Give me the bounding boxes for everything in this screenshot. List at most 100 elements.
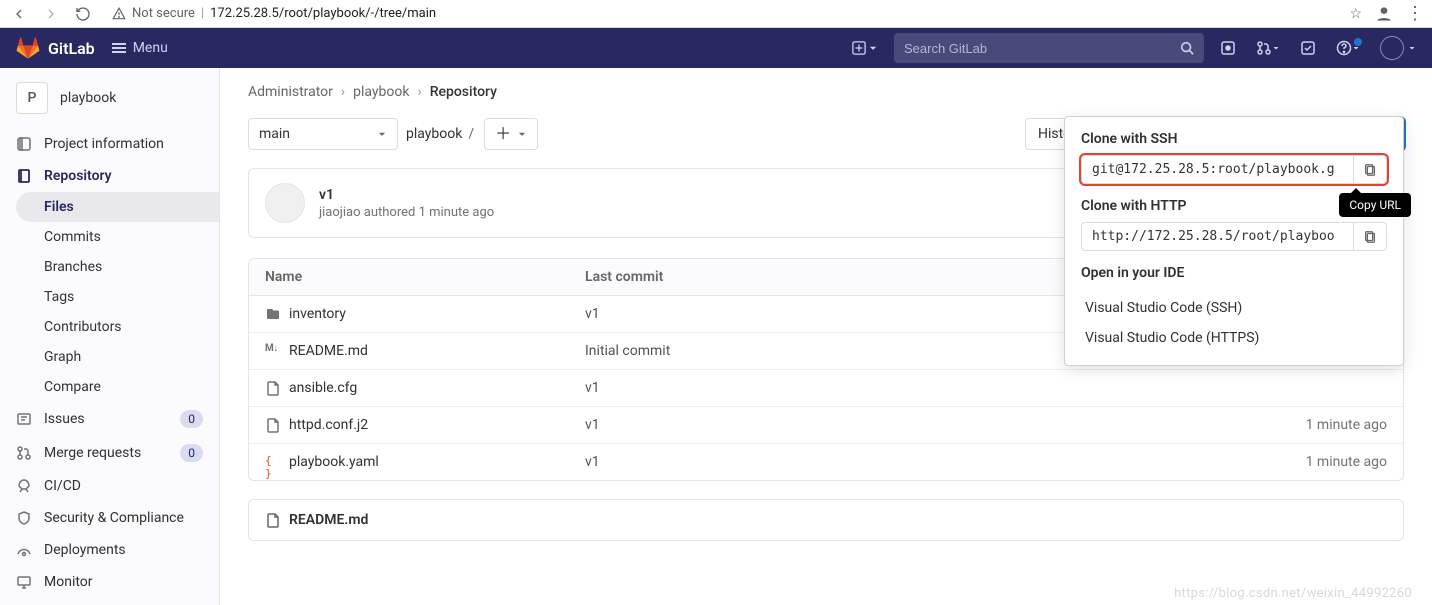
path-breadcrumb: playbook/ [406, 126, 476, 142]
copy-url-tooltip: Copy URL [1339, 193, 1411, 217]
clipboard-icon [1363, 230, 1377, 244]
user-menu[interactable] [1380, 36, 1416, 60]
copy-ssh-button[interactable] [1353, 155, 1387, 184]
table-row[interactable]: { }playbook.yamlv11 minute ago [249, 443, 1403, 480]
branch-selector[interactable]: main [248, 118, 398, 150]
table-row[interactable]: ansible.cfgv1 [249, 369, 1403, 406]
sidebar-item-merge-requests[interactable]: Merge requests 0 [0, 436, 219, 470]
global-search[interactable] [894, 33, 1204, 63]
clipboard-icon [1363, 163, 1377, 177]
page-url: 172.25.28.5/root/playbook/-/tree/main [210, 6, 436, 21]
add-to-tree-button[interactable]: ＋ [484, 118, 538, 150]
sidebar-label: Deployments [44, 542, 126, 558]
gitlab-tanuki-icon [16, 36, 40, 60]
sidebar-sub-files[interactable]: Files [16, 192, 219, 222]
repository-icon [16, 168, 32, 184]
sidebar-item-monitor[interactable]: Monitor [0, 566, 219, 598]
clone-ssh-row [1081, 155, 1387, 184]
last-commit-cell[interactable]: v1 [585, 380, 1187, 396]
commit-title[interactable]: v1 [319, 187, 494, 203]
file-icon [265, 512, 281, 528]
search-input[interactable] [904, 41, 1180, 56]
last-update-cell: 1 minute ago [1187, 454, 1387, 470]
project-name: playbook [60, 90, 116, 106]
monitor-icon [16, 574, 32, 590]
gitlab-header: GitLab Menu [0, 28, 1432, 68]
last-update-cell: 1 minute ago [1187, 417, 1387, 433]
main-menu-button[interactable]: Menu [111, 40, 168, 56]
sidebar-item-repository[interactable]: Repository [0, 160, 219, 192]
not-secure-label: Not secure [132, 6, 195, 21]
file-name-cell[interactable]: M↓README.md [265, 343, 585, 359]
sidebar-item-project-info[interactable]: Project information [0, 128, 219, 160]
nav-back-button[interactable] [8, 3, 30, 25]
plus-icon: ＋ [495, 126, 511, 142]
ide-vscode-ssh[interactable]: Visual Studio Code (SSH) [1081, 293, 1387, 323]
nav-reload-button[interactable] [72, 3, 94, 25]
chrome-menu-icon[interactable]: ⋮ [1406, 5, 1424, 23]
address-bar[interactable]: Not secure | 172.25.28.5/root/playbook/-… [104, 6, 1339, 21]
help-dropdown[interactable] [1336, 40, 1360, 56]
chevron-down-icon [868, 43, 878, 53]
sidebar-item-security[interactable]: Security & Compliance [0, 502, 219, 534]
not-secure-icon [112, 7, 126, 21]
nav-forward-button[interactable] [40, 3, 62, 25]
sidebar-sub-graph[interactable]: Graph [16, 342, 219, 372]
sidebar-item-cicd[interactable]: CI/CD [0, 470, 219, 502]
commit-author[interactable]: jiaojiao [319, 205, 361, 220]
sidebar-label: Monitor [44, 574, 93, 590]
sidebar-label: Project information [44, 136, 164, 152]
sidebar-item-issues[interactable]: Issues 0 [0, 402, 219, 436]
last-commit-cell[interactable]: v1 [585, 417, 1187, 433]
path-root[interactable]: playbook [406, 126, 462, 142]
bookmark-star-icon[interactable]: ☆ [1349, 6, 1362, 22]
copy-http-button[interactable] [1353, 222, 1387, 251]
col-name[interactable]: Name [265, 269, 585, 285]
commit-verb: authored [364, 205, 416, 220]
sidebar-item-deployments[interactable]: Deployments [0, 534, 219, 566]
sidebar-label: Issues [44, 411, 85, 427]
file-name-cell[interactable]: { }playbook.yaml [265, 454, 585, 470]
file-name-cell[interactable]: httpd.conf.j2 [265, 417, 585, 433]
file-name-cell[interactable]: ansible.cfg [265, 380, 585, 396]
last-commit-cell[interactable]: v1 [585, 454, 1187, 470]
todos-shortcut-icon[interactable] [1300, 40, 1316, 56]
profile-icon[interactable] [1374, 4, 1394, 24]
commit-time: 1 minute ago [419, 205, 495, 220]
sidebar-label: Security & Compliance [44, 510, 184, 526]
sidebar-sub-tags[interactable]: Tags [16, 282, 219, 312]
readme-header: README.md [248, 499, 1404, 541]
commit-author-avatar[interactable] [265, 183, 305, 223]
clone-ssh-input[interactable] [1081, 155, 1353, 184]
gitlab-logo[interactable]: GitLab [16, 36, 95, 60]
project-avatar: P [16, 82, 48, 114]
table-row[interactable]: httpd.conf.j2v11 minute ago [249, 406, 1403, 443]
branch-name: main [259, 126, 290, 142]
chevron-down-icon [377, 129, 387, 139]
issues-count-badge: 0 [180, 410, 203, 428]
breadcrumb-leaf: Repository [430, 84, 497, 100]
clone-http-row [1081, 222, 1387, 251]
sidebar-sub-commits[interactable]: Commits [16, 222, 219, 252]
new-dropdown[interactable] [852, 41, 878, 55]
ide-vscode-https[interactable]: Visual Studio Code (HTTPS) [1081, 323, 1387, 353]
file-name-cell[interactable]: inventory [265, 306, 585, 322]
plus-boxed-icon [852, 41, 866, 55]
shield-icon [16, 510, 32, 526]
sidebar-sub-branches[interactable]: Branches [16, 252, 219, 282]
commit-meta: jiaojiao authored 1 minute ago [319, 205, 494, 220]
main-menu-label: Menu [133, 40, 168, 56]
gitlab-brand-text: GitLab [48, 39, 95, 58]
info-icon [16, 136, 32, 152]
merge-requests-shortcut-icon[interactable] [1256, 40, 1280, 56]
issues-shortcut-icon[interactable] [1220, 40, 1236, 56]
open-in-ide-title: Open in your IDE [1081, 265, 1387, 281]
sidebar-sub-compare[interactable]: Compare [16, 372, 219, 402]
clone-http-input[interactable] [1081, 222, 1353, 251]
breadcrumb-project[interactable]: playbook [353, 84, 409, 100]
breadcrumb-admin[interactable]: Administrator [248, 84, 333, 100]
project-header[interactable]: P playbook [0, 68, 219, 128]
sidebar-sub-contributors[interactable]: Contributors [16, 312, 219, 342]
chevron-down-icon [517, 129, 527, 139]
merge-request-icon [16, 445, 32, 461]
